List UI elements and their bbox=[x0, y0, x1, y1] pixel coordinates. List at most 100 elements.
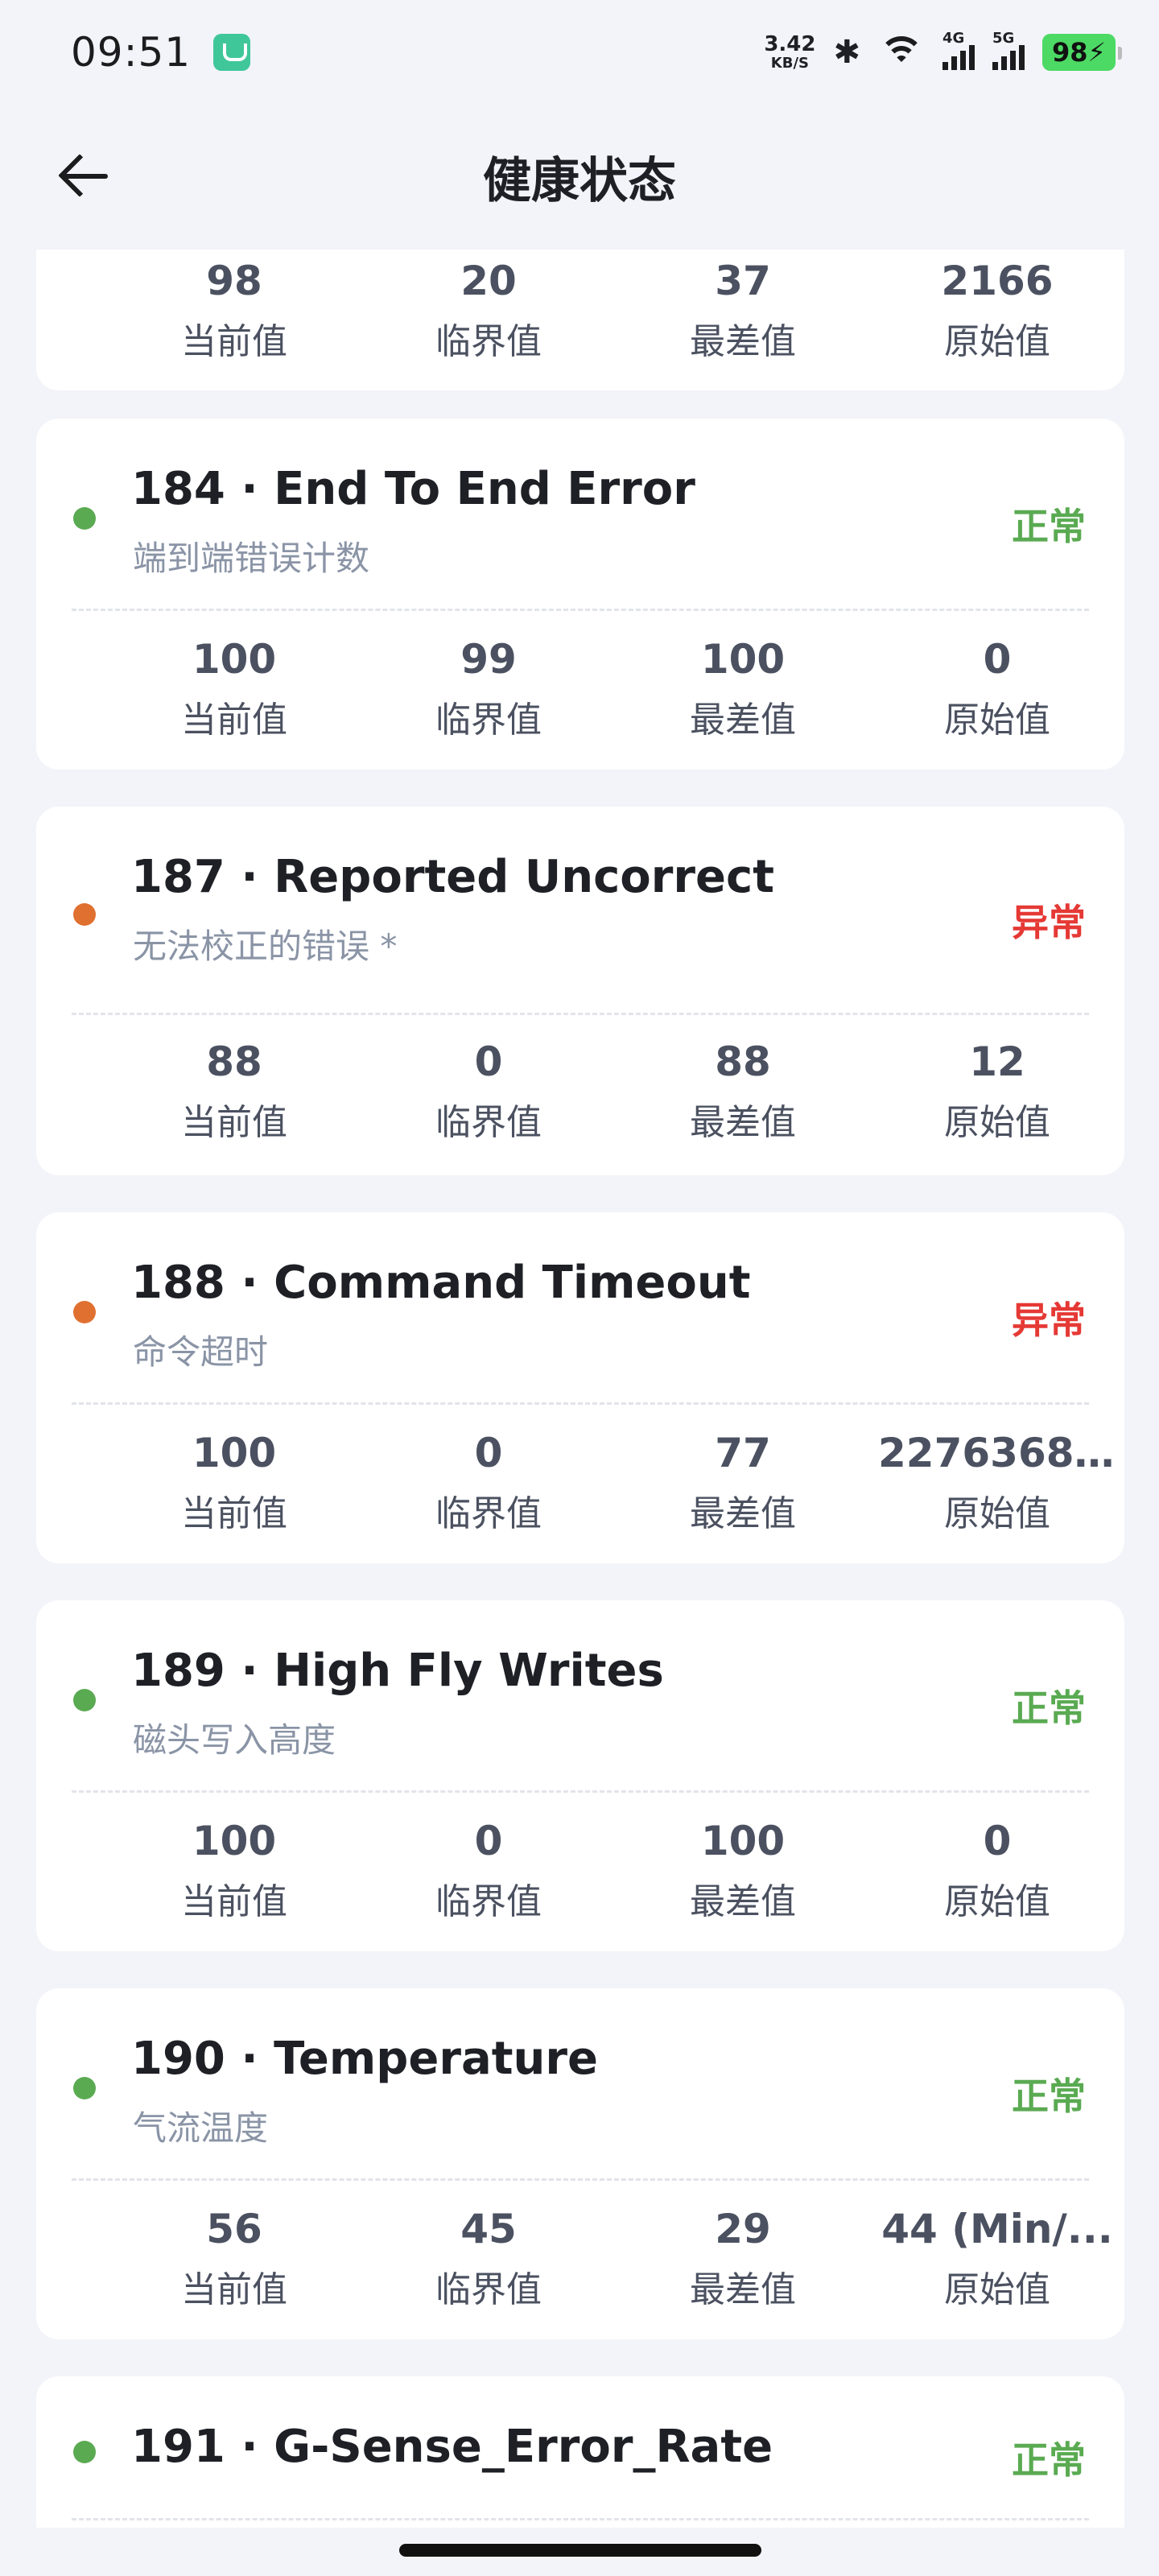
metrics-row: 56 当前值 45 临界值 29 最差值 44 (Min/... 原始值 bbox=[36, 2206, 1124, 2312]
metric-worst: 100 最差值 bbox=[616, 636, 870, 742]
worst-label: 最差值 bbox=[690, 1102, 796, 1143]
status-badge: 正常 bbox=[1012, 1686, 1086, 1730]
network-speed-value: 3.42 bbox=[764, 32, 816, 56]
signal-label-4g: 4G bbox=[942, 30, 965, 47]
status-dot bbox=[73, 507, 96, 530]
metric-worst: 88 最差值 bbox=[616, 1038, 870, 1145]
metric-current: 100 当前值 bbox=[107, 1818, 361, 1924]
divider bbox=[72, 1790, 1089, 1793]
status-badge: 异常 bbox=[1012, 901, 1086, 944]
metric-raw: 22763687... 原始值 bbox=[870, 1430, 1124, 1536]
threshold-label: 临界值 bbox=[435, 321, 542, 362]
card-header: 184 · End To End Error 端到端错误计数 正常 bbox=[36, 419, 1124, 612]
divider bbox=[72, 1013, 1089, 1015]
raw-label: 原始值 bbox=[944, 700, 1050, 741]
card-header: 187 · Reported Uncorrect 无法校正的错误 * 异常 bbox=[36, 807, 1124, 1000]
network-speed: 3.42 KB/S bbox=[764, 34, 815, 71]
worst-value: 100 bbox=[700, 1818, 786, 1864]
page-title: 健康状态 bbox=[483, 153, 676, 209]
attribute-card-184[interactable]: 184 · End To End Error 端到端错误计数 正常 100 当前值… bbox=[36, 419, 1124, 770]
raw-label: 原始值 bbox=[944, 2269, 1050, 2310]
current-value: 98 bbox=[206, 258, 262, 304]
attribute-title: 189 · High Fly Writes bbox=[131, 1645, 664, 1697]
raw-value: 2166 bbox=[941, 258, 1054, 304]
attribute-description: 气流温度 bbox=[133, 2108, 269, 2148]
threshold-value: 0 bbox=[474, 1430, 503, 1476]
threshold-value: 0 bbox=[474, 1038, 503, 1085]
attribute-card[interactable]: 98 当前值 20 临界值 37 最差值 2166 原始值 bbox=[36, 250, 1124, 390]
metric-worst: 100 最差值 bbox=[616, 1818, 870, 1924]
threshold-label: 临界值 bbox=[435, 1881, 542, 1922]
raw-value: 22763687... bbox=[878, 1430, 1124, 1476]
worst-label: 最差值 bbox=[690, 1493, 796, 1534]
current-label: 当前值 bbox=[181, 1102, 287, 1143]
raw-label: 原始值 bbox=[944, 1493, 1050, 1534]
current-label: 当前值 bbox=[181, 321, 287, 362]
raw-value: 12 bbox=[969, 1038, 1025, 1085]
worst-label: 最差值 bbox=[690, 700, 796, 741]
attribute-list[interactable]: 98 当前值 20 临界值 37 最差值 2166 原始值 184 · End To E… bbox=[0, 250, 1159, 2528]
metric-threshold: 0 临界值 bbox=[361, 1038, 616, 1145]
metrics-row: 100 当前值 0 临界值 100 最差值 0 原始值 bbox=[36, 1818, 1124, 1924]
attribute-title: 187 · Reported Uncorrect bbox=[131, 851, 774, 903]
attribute-card-191[interactable]: 191 · G-Sense_Error_Rate 正常 bbox=[36, 2376, 1124, 2528]
divider bbox=[72, 2178, 1089, 2181]
bluetooth-icon: ✱ bbox=[833, 34, 860, 71]
home-indicator[interactable] bbox=[399, 2544, 761, 2557]
battery-level: 98 bbox=[1052, 37, 1088, 68]
threshold-label: 临界值 bbox=[435, 2269, 542, 2310]
network-speed-unit: KB/S bbox=[770, 55, 810, 72]
attribute-card-188[interactable]: 188 · Command Timeout 命令超时 异常 100 当前值 0 临界… bbox=[36, 1212, 1124, 1563]
threshold-value: 45 bbox=[460, 2206, 517, 2252]
signal-label-5g: 5G bbox=[992, 30, 1015, 47]
status-icons: 3.42 KB/S ✱ 4G 5G 98⚡ bbox=[764, 30, 1122, 71]
worst-label: 最差值 bbox=[690, 321, 796, 362]
status-bar: 09:51 3.42 KB/S ✱ 4G 5G 98⚡ bbox=[0, 0, 1159, 105]
metric-threshold: 45 临界值 bbox=[361, 2206, 616, 2312]
metric-raw: 12 原始值 bbox=[870, 1038, 1124, 1145]
metric-raw: 2166 原始值 bbox=[870, 258, 1124, 364]
current-value: 100 bbox=[192, 1430, 277, 1476]
threshold-value: 20 bbox=[460, 258, 517, 304]
current-value: 56 bbox=[206, 2206, 262, 2252]
app-notification-icon bbox=[213, 34, 251, 71]
status-badge: 异常 bbox=[1012, 1298, 1086, 1342]
threshold-value: 99 bbox=[460, 636, 517, 683]
card-header: 189 · High Fly Writes 磁头写入高度 正常 bbox=[36, 1600, 1124, 1794]
metric-worst: 37 最差值 bbox=[616, 258, 870, 364]
status-dot bbox=[73, 2077, 96, 2099]
worst-value: 29 bbox=[715, 2206, 771, 2252]
attribute-card-187[interactable]: 187 · Reported Uncorrect 无法校正的错误 * 异常 88… bbox=[36, 807, 1124, 1175]
attribute-description: 无法校正的错误 * bbox=[133, 927, 398, 966]
metrics-row: 100 当前值 0 临界值 77 最差值 22763687... 原始值 bbox=[36, 1430, 1124, 1536]
worst-label: 最差值 bbox=[690, 2269, 796, 2310]
cellular-signal-icon: 5G bbox=[992, 30, 1025, 70]
status-dot bbox=[73, 1301, 96, 1323]
attribute-card-189[interactable]: 189 · High Fly Writes 磁头写入高度 正常 100 当前值 0… bbox=[36, 1600, 1124, 1951]
current-value: 100 bbox=[192, 636, 277, 683]
attribute-title: 188 · Command Timeout bbox=[131, 1257, 751, 1309]
attribute-title: 191 · G-Sense_Error_Rate bbox=[131, 2421, 773, 2473]
card-header: 188 · Command Timeout 命令超时 异常 bbox=[36, 1212, 1124, 1406]
worst-value: 77 bbox=[715, 1430, 771, 1476]
metric-current: 56 当前值 bbox=[107, 2206, 361, 2312]
attribute-description: 命令超时 bbox=[133, 1332, 269, 1372]
threshold-label: 临界值 bbox=[435, 1102, 542, 1143]
worst-value: 100 bbox=[700, 636, 786, 683]
divider bbox=[72, 1402, 1089, 1405]
raw-label: 原始值 bbox=[944, 321, 1050, 362]
threshold-label: 临界值 bbox=[435, 1493, 542, 1534]
cellular-signal-icon: 4G bbox=[942, 30, 975, 70]
raw-label: 原始值 bbox=[944, 1881, 1050, 1922]
status-dot bbox=[73, 903, 96, 926]
metric-raw: 0 原始值 bbox=[870, 636, 1124, 742]
raw-label: 原始值 bbox=[944, 1102, 1050, 1143]
divider bbox=[72, 609, 1089, 611]
attribute-title: 184 · End To End Error bbox=[131, 463, 695, 515]
metric-current: 98 当前值 bbox=[107, 258, 361, 364]
current-value: 100 bbox=[192, 1818, 277, 1864]
attribute-card-190[interactable]: 190 · Temperature 气流温度 正常 56 当前值 45 临界值 29… bbox=[36, 1988, 1124, 2339]
status-badge: 正常 bbox=[1012, 2074, 1086, 2118]
attribute-title: 190 · Temperature bbox=[131, 2033, 598, 2085]
status-badge: 正常 bbox=[1012, 2438, 1086, 2482]
